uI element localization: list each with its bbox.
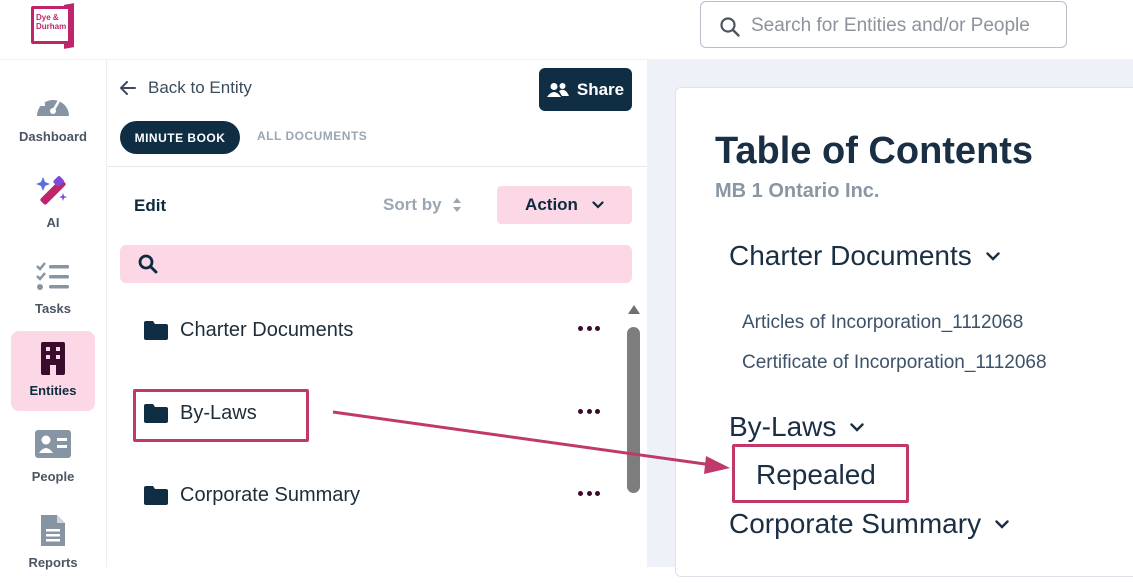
tab-minute-book[interactable]: MINUTE BOOK [120, 121, 240, 154]
toc-document-link[interactable]: Certificate of Incorporation_1112068 [742, 352, 1047, 374]
toc-title: Table of Contents [715, 130, 1034, 172]
building-icon [33, 341, 73, 375]
toc-section-label: Charter Documents [729, 240, 972, 271]
toc-section-label: Corporate Summary [729, 508, 982, 539]
by-laws-highlight-box [133, 389, 309, 442]
side-navigation: Dashboard AI Tasks Entities People Repor… [0, 60, 107, 570]
folder-list-scrollbar[interactable] [627, 305, 641, 567]
folder-row-charter-documents[interactable]: Charter Documents [144, 315, 353, 345]
nav-label-tasks: Tasks [35, 301, 71, 316]
more-options-icon[interactable] [578, 409, 600, 417]
id-card-icon [33, 427, 73, 461]
magic-wand-icon [33, 173, 73, 207]
folder-row-corporate-summary[interactable]: Corporate Summary [144, 480, 360, 510]
toc-entity-name: MB 1 Ontario Inc. [715, 180, 880, 202]
nav-item-dashboard[interactable]: Dashboard [11, 77, 95, 157]
dye-durham-logo[interactable]: Dye & Durham [28, 3, 76, 49]
tab-all-documents[interactable]: ALL DOCUMENTS [257, 129, 367, 143]
search-icon [138, 254, 158, 274]
share-label: Share [576, 79, 625, 99]
panel-divider [107, 166, 647, 167]
nav-item-ai[interactable]: AI [11, 163, 95, 243]
sort-by-button[interactable]: Sort by [383, 195, 462, 215]
more-options-icon[interactable] [578, 326, 600, 334]
folder-label: Corporate Summary [180, 483, 361, 506]
toc-section-charter-documents[interactable]: Charter Documents [729, 240, 1000, 272]
logo-text-line-2: Durham [36, 22, 67, 31]
toc-section-corporate-summary[interactable]: Corporate Summary [729, 508, 1009, 540]
nav-label-entities: Entities [29, 383, 77, 398]
toc-section-by-laws[interactable]: By-Laws [729, 411, 865, 443]
logo-text-line-1: Dye & [36, 13, 59, 22]
scrollbar-thumb[interactable] [627, 327, 640, 493]
share-button[interactable]: Share [539, 68, 632, 111]
nav-item-entities[interactable]: Entities [11, 331, 95, 411]
nav-label-reports: Reports [28, 555, 78, 570]
edit-button[interactable]: Edit [134, 196, 166, 216]
folder-icon [144, 485, 168, 505]
more-options-icon[interactable] [578, 491, 600, 499]
folder-filter-input[interactable] [120, 245, 632, 283]
folder-label: Charter Documents [180, 318, 354, 341]
toc-section-label: By-Laws [729, 411, 837, 442]
search-placeholder: Search for Entities and/or People [751, 15, 1030, 36]
toc-document-link[interactable]: Articles of Incorporation_1112068 [742, 312, 1023, 334]
nav-label-dashboard: Dashboard [19, 129, 87, 144]
sort-icon [452, 198, 461, 212]
gauge-icon [33, 87, 73, 121]
search-icon [720, 17, 740, 37]
nav-label-ai: AI [46, 215, 60, 230]
checklist-icon [33, 259, 73, 293]
arrow-left-icon [120, 81, 136, 95]
back-to-entity-link[interactable]: Back to Entity [120, 78, 252, 98]
repealed-highlight-box [732, 444, 909, 503]
sort-by-label: Sort by [383, 195, 442, 214]
chevron-down-icon [850, 422, 865, 432]
top-bar: Dye & Durham Search for Entities and/or … [0, 0, 1133, 60]
minute-book-panel: Back to Entity Share MINUTE BOOK ALL DOC… [107, 60, 647, 567]
folder-icon [144, 320, 168, 340]
entity-search-input[interactable]: Search for Entities and/or People [700, 1, 1067, 48]
users-icon [546, 82, 569, 97]
chevron-down-icon [592, 201, 604, 209]
scroll-up-arrow-icon[interactable] [628, 305, 640, 314]
logo-text: Dye & Durham [36, 13, 66, 31]
action-label: Action [525, 195, 578, 214]
action-dropdown-button[interactable]: Action [497, 186, 632, 224]
document-icon [33, 513, 73, 547]
chevron-down-icon [986, 251, 1000, 261]
nav-item-tasks[interactable]: Tasks [11, 249, 95, 329]
back-to-entity-label: Back to Entity [148, 78, 252, 97]
nav-item-people[interactable]: People [11, 417, 95, 497]
nav-label-people: People [31, 469, 75, 484]
nav-item-reports[interactable]: Reports [11, 503, 95, 583]
chevron-down-icon [995, 519, 1009, 529]
